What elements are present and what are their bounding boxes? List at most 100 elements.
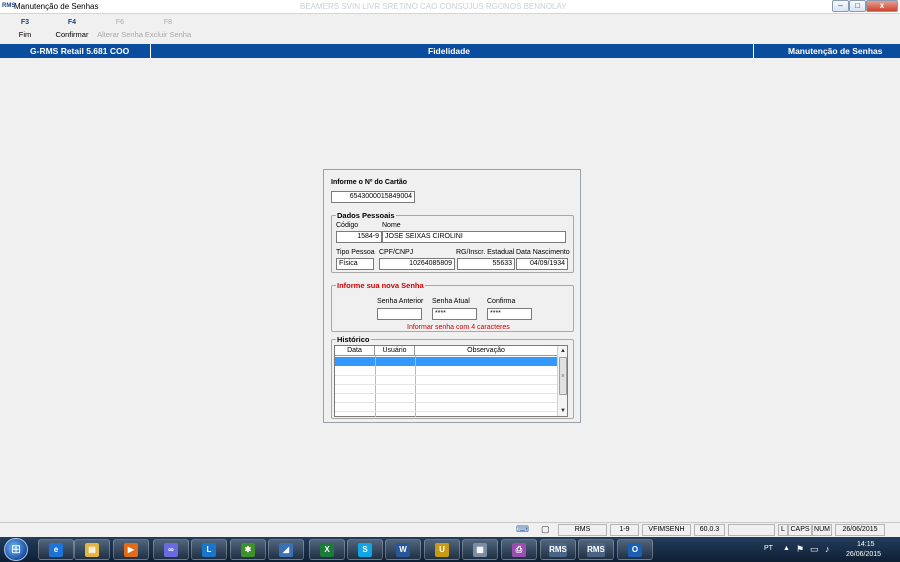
taskbar-explorer-button[interactable]: ▤ bbox=[74, 539, 110, 560]
status-range: 1-9 bbox=[610, 524, 639, 536]
name-label: Nome bbox=[382, 222, 401, 229]
explorer-icon: ▤ bbox=[85, 543, 99, 557]
taskbar-uf-button[interactable]: U bbox=[424, 539, 460, 560]
status-l: L bbox=[778, 524, 788, 536]
title-bar: RMS Manutenção de Senhas BEAMERS SVIN LI… bbox=[0, 0, 900, 14]
app-blue-icon: ◢ bbox=[279, 543, 293, 557]
f4-key-label: F4 bbox=[67, 19, 77, 26]
media-icon: ▶ bbox=[124, 543, 138, 557]
clock-date[interactable]: 26/06/2015 bbox=[846, 551, 881, 558]
f8-key-label: F8 bbox=[163, 19, 173, 26]
taskbar-ie-button[interactable]: e bbox=[38, 539, 74, 560]
selected-table-row[interactable] bbox=[335, 357, 557, 366]
action-center-flag-icon[interactable]: ⚑ bbox=[796, 544, 804, 555]
taskbar-app-blue-button[interactable]: ◢ bbox=[268, 539, 304, 560]
taskbar-media-button[interactable]: ▶ bbox=[113, 539, 149, 560]
scroll-down-arrow-icon[interactable]: ▼ bbox=[558, 406, 568, 416]
screen-name-label: Manutenção de Senhas bbox=[788, 46, 883, 56]
taskbar-skype-button[interactable]: S bbox=[347, 539, 383, 560]
password-hint: Informar senha com 4 caracteres bbox=[407, 324, 510, 331]
function-key-toolbar: F3 Fim F4 Confirmar F6 Alterar Senha F8 … bbox=[0, 15, 900, 44]
old-password-label: Senha Anterior bbox=[377, 298, 424, 305]
minimize-button[interactable]: – bbox=[832, 0, 849, 12]
volume-icon[interactable]: ♪ bbox=[825, 544, 830, 554]
card-number-input[interactable]: 6543000015849004 bbox=[331, 191, 415, 203]
cpf-cnpj-field[interactable]: 10264085809 bbox=[379, 258, 455, 270]
window-faded-title: BEAMERS SVIN LIVR SRETINO CAO CONSUJUS R… bbox=[300, 2, 567, 11]
printer-icon: ⎙ bbox=[512, 543, 526, 557]
birth-date-field[interactable]: 04/09/1934 bbox=[516, 258, 568, 270]
tipo-pessoa-field[interactable]: Física bbox=[336, 258, 374, 270]
password-maintenance-panel: Informe o Nº do Cartão 6543000015849004 … bbox=[323, 169, 581, 423]
uf-icon: U bbox=[435, 543, 449, 557]
new-password-group: Informe sua nova Senha Senha Anterior Se… bbox=[331, 281, 574, 332]
maximize-button[interactable]: □ bbox=[849, 0, 866, 12]
name-field[interactable]: JOSE SEIXAS CIROLINI bbox=[382, 231, 566, 243]
rms-2-icon: RMS bbox=[587, 543, 605, 557]
birth-date-label: Data Nascimento bbox=[516, 249, 570, 256]
taskbar-rms-2-button[interactable]: RMS bbox=[578, 539, 614, 560]
history-vertical-scrollbar[interactable]: ▲ ≡ ▼ bbox=[557, 346, 567, 416]
network-icon: ⌨ bbox=[516, 524, 529, 534]
windows-taskbar: ⊞ e ▤ ▶ ∞ L ✱ ◢ X S W U ▦ ⎙ RMS RMS O PT ▲ ⚑ ▭ ♪ 14:15 … bbox=[0, 537, 900, 562]
f6-alterar-senha-button[interactable]: F6 Alterar Senha bbox=[95, 19, 145, 39]
taskbar-loop-button[interactable]: ∞ bbox=[153, 539, 189, 560]
personal-data-group: Dados Pessoais Código Nome 1584-9 JOSE S… bbox=[331, 211, 574, 273]
network-tray-icon[interactable]: ▭ bbox=[810, 544, 819, 555]
cpf-cnpj-label: CPF/CNPJ bbox=[379, 249, 414, 256]
start-button[interactable]: ⊞ bbox=[4, 538, 28, 561]
taskbar-outlook-button[interactable]: O bbox=[617, 539, 653, 560]
status-blank bbox=[728, 524, 775, 536]
app-green-icon: ✱ bbox=[241, 543, 255, 557]
skype-icon: S bbox=[358, 543, 372, 557]
show-hidden-icons-icon[interactable]: ▲ bbox=[783, 545, 790, 552]
code-field[interactable]: 1584-9 bbox=[336, 231, 382, 243]
column-header-observacao[interactable]: Observação bbox=[415, 346, 557, 356]
taskbar-printer-button[interactable]: ⎙ bbox=[501, 539, 537, 560]
language-indicator[interactable]: PT bbox=[764, 545, 773, 552]
taskbar-calculator-button[interactable]: ▦ bbox=[462, 539, 498, 560]
f8-action-label: Excluir Senha bbox=[144, 30, 192, 39]
scroll-thumb[interactable]: ≡ bbox=[559, 357, 567, 395]
status-date: 26/06/2015 bbox=[835, 524, 885, 536]
status-rms: RMS bbox=[558, 524, 607, 536]
f4-confirmar-button[interactable]: F4 Confirmar bbox=[47, 19, 97, 39]
clipboard-icon: ▢ bbox=[541, 524, 550, 534]
taskbar-app-green-button[interactable]: ✱ bbox=[230, 539, 266, 560]
card-number-label: Informe o Nº do Cartão bbox=[331, 179, 408, 186]
column-header-data[interactable]: Data bbox=[335, 346, 375, 356]
confirm-password-input[interactable]: **** bbox=[487, 308, 532, 320]
f8-excluir-senha-button[interactable]: F8 Excluir Senha bbox=[143, 19, 193, 39]
new-password-title: Informe sua nova Senha bbox=[336, 281, 425, 290]
f6-key-label: F6 bbox=[115, 19, 125, 26]
calculator-icon: ▦ bbox=[473, 543, 487, 557]
column-header-usuario[interactable]: Usuário bbox=[375, 346, 415, 356]
outlook-icon: O bbox=[628, 543, 642, 557]
f3-fim-button[interactable]: F3 Fim bbox=[0, 19, 50, 39]
current-password-input[interactable]: **** bbox=[432, 308, 477, 320]
rg-field[interactable]: 55633 bbox=[457, 258, 515, 270]
window-title: Manutenção de Senhas bbox=[14, 2, 99, 11]
personal-data-title: Dados Pessoais bbox=[336, 211, 396, 220]
f6-action-label: Alterar Senha bbox=[97, 30, 143, 39]
rms-1-icon: RMS bbox=[549, 543, 567, 557]
f4-action-label: Confirmar bbox=[55, 30, 89, 39]
taskbar-rms-1-button[interactable]: RMS bbox=[540, 539, 576, 560]
old-password-input[interactable] bbox=[377, 308, 422, 320]
taskbar-lync-button[interactable]: L bbox=[191, 539, 227, 560]
status-bar: ⌨ ▢ RMS 1-9 VFIMSENH 60.0.3 L CAPS NUM 2… bbox=[0, 522, 900, 536]
status-caps: CAPS bbox=[788, 524, 812, 536]
status-num: NUM bbox=[812, 524, 832, 536]
taskbar-excel-button[interactable]: X bbox=[309, 539, 345, 560]
clock-time[interactable]: 14:15 bbox=[857, 541, 875, 548]
word-icon: W bbox=[396, 543, 410, 557]
scroll-up-arrow-icon[interactable]: ▲ bbox=[558, 346, 568, 356]
code-label: Código bbox=[336, 222, 359, 229]
history-table-header: Data Usuário Observação bbox=[335, 346, 557, 356]
status-version: 60.0.3 bbox=[694, 524, 725, 536]
lync-icon: L bbox=[202, 543, 216, 557]
close-button[interactable]: x bbox=[866, 0, 898, 12]
loop-icon: ∞ bbox=[164, 543, 178, 557]
taskbar-word-button[interactable]: W bbox=[385, 539, 421, 560]
history-table[interactable]: Data Usuário Observação ▲ ≡ ▼ bbox=[334, 345, 568, 417]
